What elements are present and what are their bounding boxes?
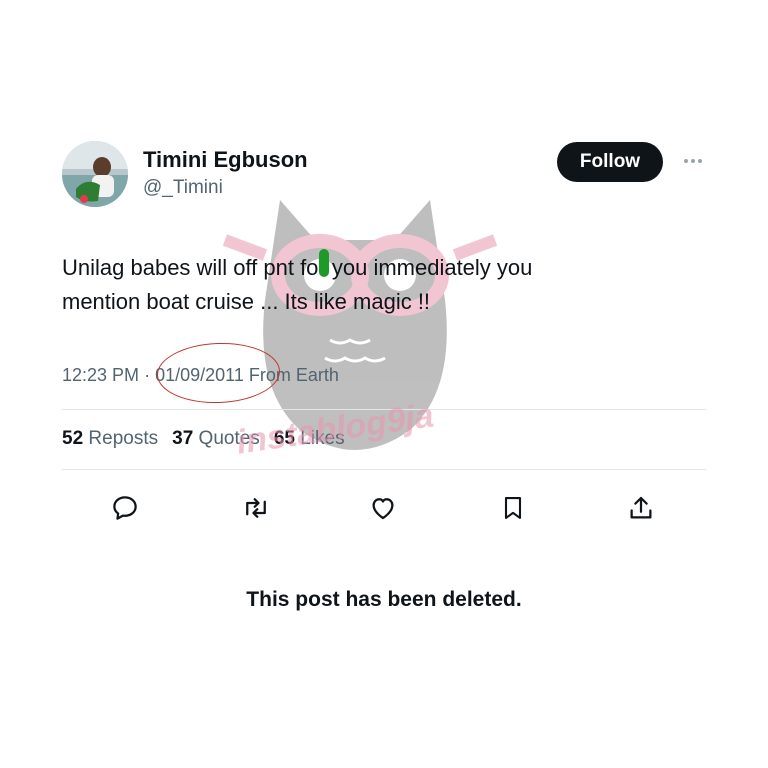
avatar[interactable]: [62, 141, 128, 207]
like-icon: [372, 498, 394, 520]
author-handle[interactable]: @_Timini: [143, 177, 223, 199]
meta-separator: ·: [144, 365, 151, 385]
likes-stat[interactable]: 65 Likes: [274, 428, 345, 449]
share-button[interactable]: [624, 491, 658, 525]
quotes-stat[interactable]: 37 Quotes: [172, 428, 260, 449]
bookmark-icon: [504, 497, 522, 519]
date-annotation-circle: [155, 340, 282, 406]
owl-watermark-icon: [222, 200, 498, 450]
follow-button[interactable]: Follow: [557, 142, 663, 182]
repost-icon: [246, 498, 266, 518]
tweet-text: Unilag babes will off p​nt for you immed…: [62, 251, 702, 319]
bookmark-button[interactable]: [496, 491, 530, 525]
more-options-icon[interactable]: [676, 150, 710, 172]
reply-button[interactable]: [108, 491, 142, 525]
reposts-stat[interactable]: 52 Reposts: [62, 428, 158, 449]
divider-bottom: [62, 469, 706, 470]
green-redaction-mark: [319, 249, 329, 277]
like-button[interactable]: [366, 491, 400, 525]
reply-icon: [113, 496, 137, 520]
tweet-text-line-1: Unilag babes will off p​nt for you immed…: [62, 255, 533, 280]
tweet-time[interactable]: 12:23 PM: [62, 365, 139, 385]
divider-top: [62, 409, 706, 410]
deleted-notice: This post has been deleted.: [246, 588, 522, 611]
share-icon: [630, 496, 652, 519]
tweet-text-line-2: mention boat cruise ... Its like magic !…: [62, 289, 431, 314]
repost-button[interactable]: [239, 491, 273, 525]
engagement-stats: 52 Reposts 37 Quotes 65 Likes: [62, 428, 345, 450]
author-name[interactable]: Timini Egbuson: [143, 147, 308, 173]
avatar-image: [62, 141, 128, 207]
